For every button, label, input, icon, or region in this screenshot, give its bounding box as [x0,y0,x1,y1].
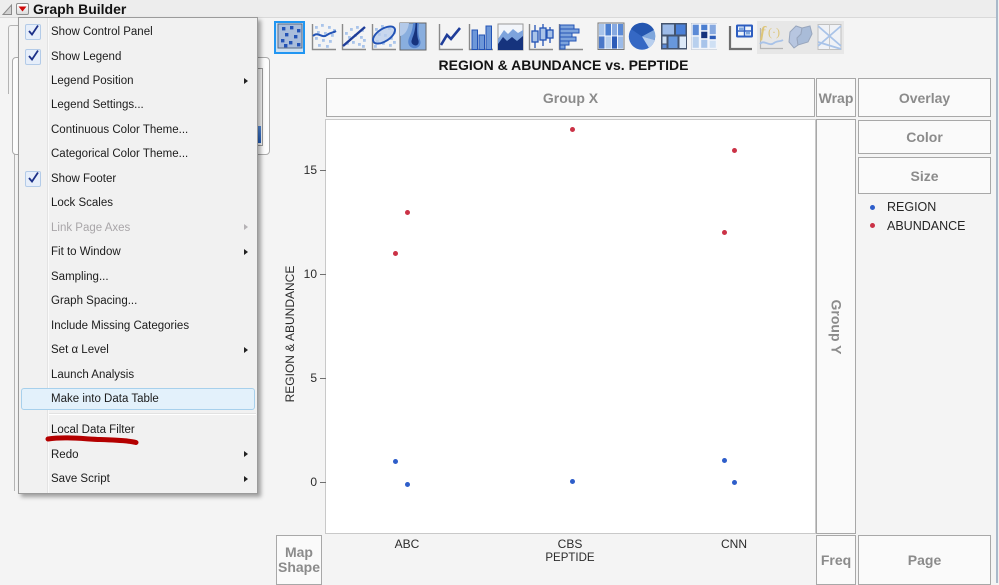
svg-text:f: f [760,24,767,41]
svg-text:(·): (·) [768,25,780,39]
